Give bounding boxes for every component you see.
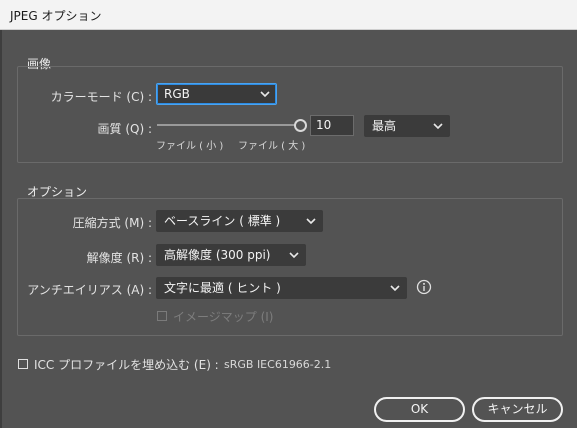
slider-min-label: ファイル ( 小 ) [156,141,224,152]
color-mode-label: カラーモード (C) : [50,90,152,104]
title-bar: JPEG オプション [0,0,577,30]
compression-value: ベースライン ( 標準 ) [164,214,281,228]
resolution-label: 解像度 (R) : [86,251,152,265]
quality-slider-track[interactable] [157,124,298,126]
quality-slider-knob[interactable] [294,119,307,132]
resolution-value: 高解像度 (300 ppi) [164,248,271,262]
cancel-button[interactable]: キャンセル [472,397,563,422]
quality-preset-value: 最高 [372,119,397,133]
chevron-down-icon [433,123,443,130]
compression-select[interactable]: ベースライン ( 標準 ) [156,210,323,232]
compression-label: 圧縮方式 (M) : [72,216,152,230]
color-mode-select[interactable]: RGB [156,83,277,105]
imagemap-label: イメージマップ (I) [173,310,274,324]
chevron-down-icon [306,218,316,225]
quality-preset-select[interactable]: 最高 [364,115,450,137]
resolution-select[interactable]: 高解像度 (300 ppi) [156,244,306,266]
slider-max-label: ファイル ( 大 ) [238,141,306,152]
ok-button[interactable]: OK [374,397,465,422]
antialias-label: アンチエイリアス (A) : [27,283,152,297]
icc-label: ICC プロファイルを埋め込む (E) : [34,358,219,372]
chevron-down-icon [390,285,400,292]
chevron-down-icon [289,252,299,259]
window-edge [0,30,2,428]
quality-label: 画質 (Q) : [97,122,152,136]
chevron-down-icon [260,91,270,98]
icc-checkbox[interactable] [18,359,28,369]
imagemap-checkbox[interactable] [157,311,167,321]
info-icon[interactable] [416,279,432,295]
antialias-select[interactable]: 文字に最適 ( ヒント ) [156,277,407,299]
quality-input[interactable]: 10 [310,115,354,136]
icc-profile-name: sRGB IEC61966-2.1 [224,358,332,371]
antialias-value: 文字に最適 ( ヒント ) [164,281,281,295]
window-title: JPEG オプション [10,9,102,23]
color-mode-value: RGB [164,87,190,101]
